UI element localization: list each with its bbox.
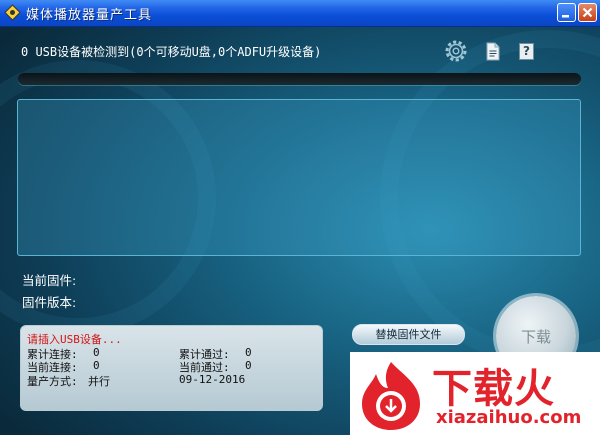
minimize-icon — [562, 15, 569, 18]
production-mode-value: 并行 — [88, 375, 110, 388]
help-glyph: ? — [523, 44, 530, 58]
device-info-panel: 请插入USB设备... 累计连接: 0 累计通过: 0 当前连接: 0 当前通过… — [20, 325, 323, 411]
insert-usb-prompt: 请插入USB设备... — [27, 333, 122, 346]
progress-bar — [18, 73, 581, 85]
app-window: 媒体播放器量产工具 0 USB设备被检测到(0个可移动U盘,0个ADFU升级设备… — [0, 0, 600, 435]
help-icon[interactable]: ? — [519, 43, 534, 60]
watermark-url: xiazaihuo.com — [436, 407, 582, 428]
total-connect-value: 0 — [93, 346, 100, 359]
current-connect-value: 0 — [93, 359, 100, 372]
production-mode-label: 量产方式: — [27, 375, 78, 388]
firmware-version-label: 固件版本: — [22, 295, 77, 310]
date-text: 09-12-2016 — [179, 373, 246, 386]
watermark-brand: 下载火 — [432, 366, 555, 412]
minimize-button[interactable] — [557, 3, 576, 22]
app-icon — [4, 4, 21, 21]
close-icon — [582, 7, 593, 18]
replace-firmware-button[interactable]: 替换固件文件 — [352, 324, 465, 345]
watermark-overlay: 下载火 xiazaihuo.com — [350, 352, 600, 435]
gear-icon[interactable] — [443, 38, 469, 64]
total-pass-value: 0 — [245, 346, 252, 359]
window-title: 媒体播放器量产工具 — [26, 8, 153, 23]
document-icon[interactable] — [485, 42, 501, 61]
detection-status: 0 USB设备被检测到(0个可移动U盘,0个ADFU升级设备) — [21, 45, 322, 59]
close-button[interactable] — [578, 3, 597, 22]
current-pass-value: 0 — [245, 359, 252, 372]
flame-logo-icon — [362, 362, 420, 430]
title-bar[interactable]: 媒体播放器量产工具 — [0, 0, 600, 27]
log-panel[interactable] — [17, 99, 581, 256]
current-firmware-label: 当前固件: — [22, 273, 77, 288]
